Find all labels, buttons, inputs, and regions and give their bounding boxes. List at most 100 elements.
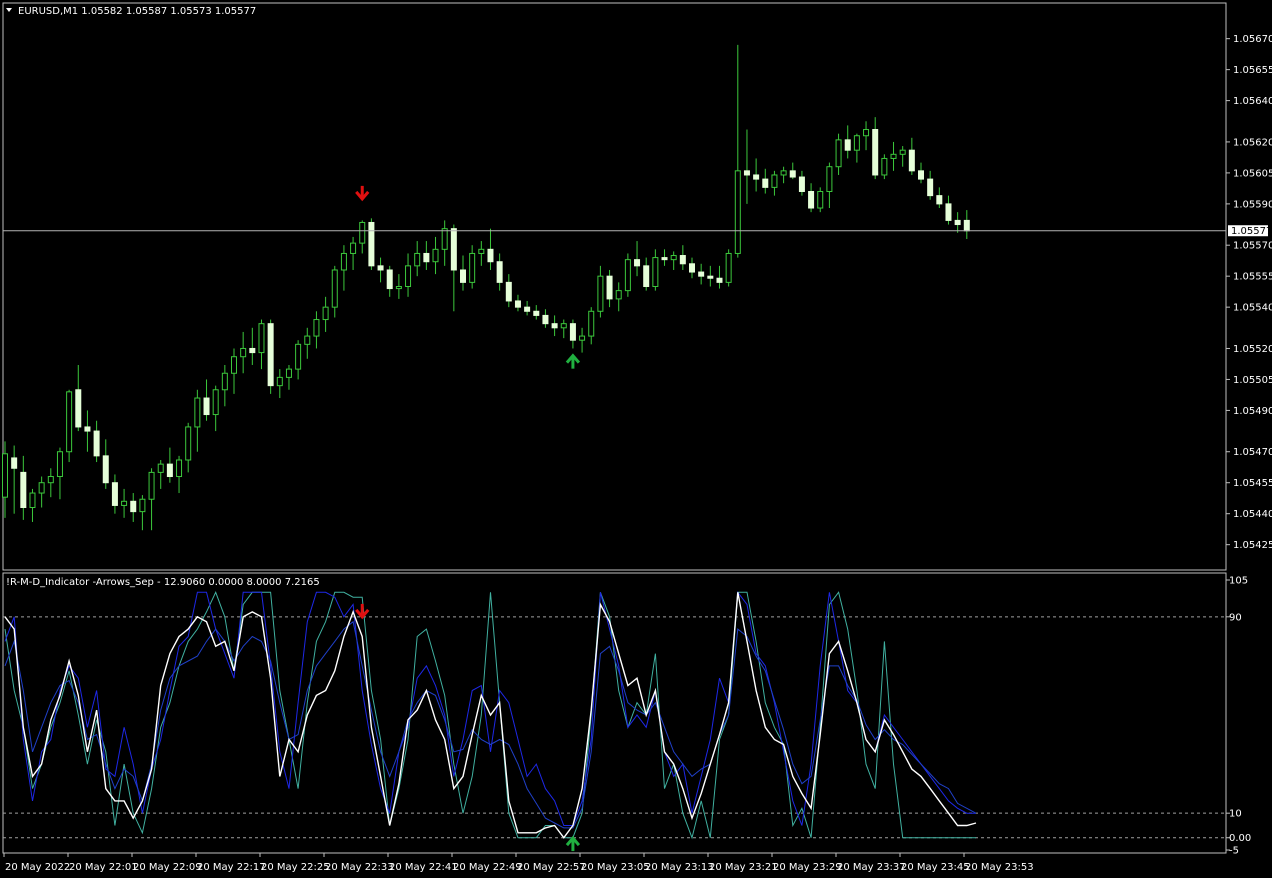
candle-body [11,457,18,469]
candle-body [176,459,183,478]
candle-body [285,368,292,378]
candle-body [551,323,558,329]
candle-body [569,323,576,341]
candle-body [835,139,842,168]
candle-body [249,347,256,354]
candle-body [111,482,118,506]
candle-body [496,261,503,283]
time-tick-label: 20 May 22:09 [133,862,202,873]
candle-body [368,221,375,267]
candle-body [945,203,952,221]
price-tick-label: 1.05605 [1233,168,1272,179]
time-tick-label: 20 May 23:21 [709,862,778,873]
candle-body [350,242,357,254]
candle-body [963,219,970,232]
candle-body [304,335,311,345]
candle-body [679,255,686,265]
candle-body [258,323,265,354]
candle-body [29,492,36,508]
price-tick-label: 1.05520 [1233,344,1272,355]
candle-body [56,451,63,478]
candle-body [524,306,531,312]
price-tick-label: 1.05590 [1233,199,1272,210]
candle-body [899,149,906,155]
indicator-header: !R-M-D_Indicator -Arrows_Sep - 12.9060 0… [6,577,320,588]
candle-body [203,397,210,416]
candle-body [817,190,824,209]
candle-body [597,275,604,312]
candle-body [84,426,91,432]
candle-body [588,310,595,337]
candle-body [844,139,851,151]
candle-body [423,252,430,263]
time-tick-label: 20 May 23:29 [773,862,842,873]
candle-body [240,347,247,358]
candle-body [20,471,27,508]
candle-body [75,389,82,428]
candle-body [157,463,164,473]
price-tick-label: 1.05470 [1233,447,1272,458]
candle-body [432,248,439,263]
price-tick-label: 1.05540 [1233,303,1272,314]
chart-canvas: 1.05670 1.05655 1.05640 1.05620 1.05605 1.055… [0,0,1272,878]
candle-body [780,170,787,176]
candle-body [918,170,924,180]
candle-body [743,170,750,176]
price-tick-label: 1.05655 [1233,65,1272,76]
time-tick-label: 20 May 22:17 [197,862,266,873]
candle-body [130,500,137,513]
candle-body [826,166,833,192]
indicator-tick-label: 0.00 [1229,833,1251,844]
candle-body [139,498,146,513]
candle-body [615,290,622,300]
candle-body [789,170,796,178]
candle-body [798,176,805,192]
candle-body [670,255,677,261]
candle-body [2,453,8,498]
candle-body [322,306,329,321]
time-tick-label: 20 May 23:37 [837,862,906,873]
candle-body [533,310,540,316]
candle-body [890,153,897,159]
candle-body [295,343,302,370]
candle-body [221,372,228,391]
price-tick-label: 1.05505 [1233,375,1272,386]
candle-body [643,265,650,288]
candle-body [560,323,567,329]
time-tick-label: 20 May 2022 [5,862,70,873]
price-tick-label: 1.05570 [1233,241,1272,252]
candle-body [441,228,448,250]
candle-body [734,170,741,254]
candle-body [579,335,586,341]
candle-body [386,269,393,290]
candle-body [716,277,723,283]
candle-body [725,252,732,283]
candle-body [405,265,412,288]
current-price-label: 1.05577 [1231,226,1272,237]
time-tick-label: 20 May 22:49 [453,862,522,873]
candle-body [194,397,201,428]
time-tick-label: 20 May 23:13 [645,862,714,873]
candle-body [954,219,961,226]
time-tick-label: 20 May 22:57 [517,862,586,873]
time-tick-label: 20 May 22:41 [389,862,458,873]
candle-body [66,391,73,453]
candle-body [808,190,815,209]
price-tick-label: 1.05455 [1233,478,1272,489]
candle-body [514,300,521,308]
candle-body [267,323,274,387]
candle-body [460,269,466,283]
candle-body [377,265,384,271]
candle-body [102,455,109,484]
candle-body [276,376,283,387]
candle-body [853,135,860,151]
indicator-tick-label: -5 [1229,846,1239,857]
candle-body [542,314,549,325]
candle-body [38,482,45,494]
candle-body [450,228,457,271]
candle-body [121,500,128,506]
time-tick-label: 20 May 22:25 [261,862,330,873]
price-tick-label: 1.05440 [1233,509,1272,520]
indicator-tick-label: 10 [1229,809,1242,820]
candle-body [936,195,943,205]
